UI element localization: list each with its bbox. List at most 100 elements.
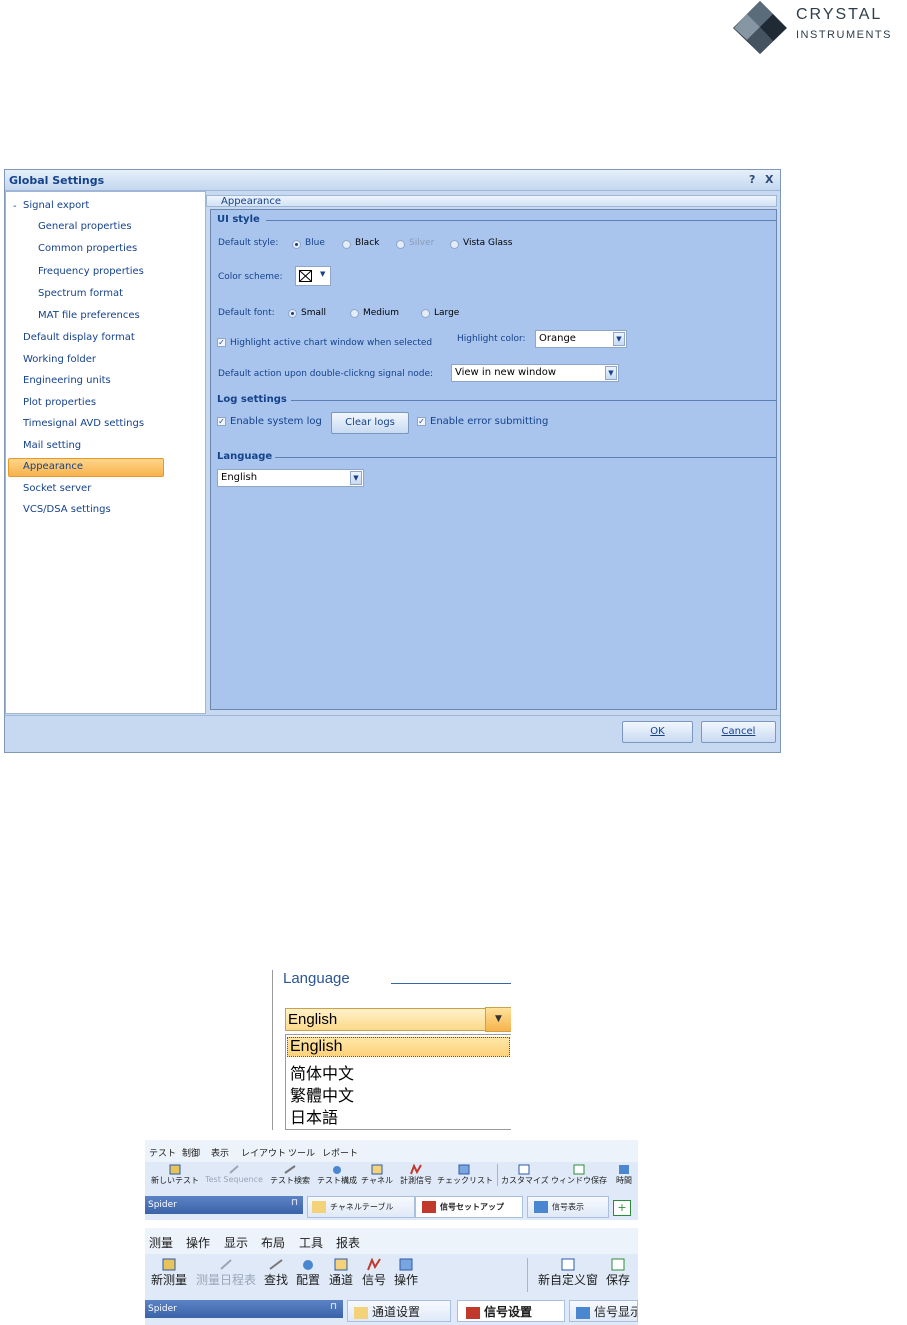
menu-item-layout[interactable]: 布局 xyxy=(261,1234,285,1251)
tool-configure[interactable]: 配置 xyxy=(293,1258,323,1288)
log-settings-header: Log settings xyxy=(217,394,287,405)
default-style-label: Default style: xyxy=(218,238,279,248)
highlight-checkbox[interactable]: ✓ xyxy=(217,338,226,347)
language-select[interactable]: English ▼ xyxy=(217,469,364,487)
nav-item-vcs-dsa-settings[interactable]: VCS/DSA settings xyxy=(23,504,111,515)
tab-signal-display[interactable]: 信号显示 xyxy=(569,1300,638,1322)
tool-operation[interactable]: 操作 xyxy=(391,1258,421,1288)
menu-item-tools[interactable]: 工具 xyxy=(299,1234,323,1251)
tree-collapse-icon[interactable]: - xyxy=(13,201,17,212)
tool-new-measure[interactable]: 新测量 xyxy=(147,1258,191,1288)
config-icon xyxy=(333,1166,341,1174)
nav-item-timesignal-avd-settings[interactable]: Timesignal AVD settings xyxy=(23,418,144,429)
tab-icon xyxy=(422,1201,436,1213)
style-radio-vista-glass[interactable] xyxy=(450,240,459,249)
color-scheme-picker[interactable]: ▼ xyxy=(295,266,331,286)
nav-item-mail-setting[interactable]: Mail setting xyxy=(23,440,81,451)
spider-panel-header: Spider xyxy=(145,1300,343,1318)
close-button[interactable]: X xyxy=(765,173,773,186)
enable-system-log-checkbox[interactable]: ✓ xyxy=(217,417,226,426)
menu-item-display[interactable]: 显示 xyxy=(224,1234,248,1251)
tool-customize[interactable]: カスタマイズ xyxy=(501,1164,549,1186)
font-radio-small[interactable] xyxy=(288,309,297,318)
menu-item-operate[interactable]: 操作 xyxy=(186,1234,210,1251)
chevron-down-icon[interactable]: ▼ xyxy=(350,471,362,485)
channel-icon xyxy=(334,1258,348,1271)
japanese-toolbar-strip: テスト 制御 表示 レイアウト ツール レポート 新しいテスト Test Seq… xyxy=(145,1140,638,1220)
menu-item-layout[interactable]: レイアウト xyxy=(241,1146,286,1159)
nav-item-socket-server[interactable]: Socket server xyxy=(23,483,91,494)
search-icon xyxy=(269,1259,283,1270)
font-radio-medium[interactable] xyxy=(350,309,359,318)
menu-item-control[interactable]: 制御 xyxy=(182,1146,200,1159)
tool-time[interactable]: 時間 xyxy=(611,1164,637,1186)
spider-panel-title: Spider xyxy=(148,1200,177,1210)
tool-new-custom-window[interactable]: 新自定义窗 xyxy=(533,1258,603,1288)
ok-button[interactable]: OK xyxy=(622,721,693,743)
cancel-button[interactable]: Cancel xyxy=(701,721,776,743)
nav-item-appearance[interactable]: Appearance xyxy=(23,461,83,472)
font-radio-large[interactable] xyxy=(421,309,430,318)
nav-item-mat-file-preferences[interactable]: MAT file preferences xyxy=(38,310,140,321)
tool-channel[interactable]: チャネル xyxy=(359,1164,395,1186)
tool-checklist[interactable]: チェックリスト xyxy=(437,1164,493,1186)
tab-channel-table[interactable]: チャネルテーブル xyxy=(307,1196,415,1218)
chevron-down-icon[interactable]: ▼ xyxy=(485,1007,511,1032)
tool-test-config[interactable]: テスト構成 xyxy=(315,1164,359,1186)
highlight-color-select[interactable]: Orange ▼ xyxy=(535,330,627,348)
ui-style-divider xyxy=(266,220,776,221)
help-button[interactable]: ? xyxy=(749,173,755,186)
tool-test-search[interactable]: テスト検索 xyxy=(265,1164,315,1186)
language-zoom-select[interactable]: English xyxy=(285,1008,511,1031)
enable-error-submitting-checkbox[interactable]: ✓ xyxy=(417,417,426,426)
tool-new-test[interactable]: 新しいテスト xyxy=(147,1164,203,1186)
menu-item-report[interactable]: レポート xyxy=(322,1146,358,1159)
dialog-title-bar: Global Settings ? X xyxy=(5,170,780,191)
language-option-traditional-chinese[interactable]: 繁體中文 xyxy=(290,1082,354,1106)
tool-find[interactable]: 查找 xyxy=(261,1258,291,1288)
tool-signals[interactable]: 信号 xyxy=(359,1258,389,1288)
tool-test-sequence[interactable]: Test Sequence xyxy=(203,1164,265,1184)
tab-channel-setup[interactable]: 通道设置 xyxy=(347,1300,451,1322)
tool-measured-signal[interactable]: 計測信号 xyxy=(395,1164,437,1186)
chevron-down-icon[interactable]: ▼ xyxy=(613,332,625,346)
tool-label: 計測信号 xyxy=(400,1176,432,1185)
nav-item-plot-properties[interactable]: Plot properties xyxy=(23,397,96,408)
add-tab-icon[interactable]: + xyxy=(613,1200,631,1216)
font-option-medium: Medium xyxy=(363,308,399,318)
menu-item-view[interactable]: 表示 xyxy=(211,1146,229,1159)
double-click-action-select[interactable]: View in new window ▼ xyxy=(451,364,619,382)
chevron-down-icon[interactable]: ▼ xyxy=(605,366,617,380)
nav-item-general-properties[interactable]: General properties xyxy=(38,221,132,232)
style-radio-black[interactable] xyxy=(342,240,351,249)
nav-item-signal-export[interactable]: Signal export xyxy=(23,200,89,211)
nav-item-frequency-properties[interactable]: Frequency properties xyxy=(38,266,144,277)
tool-measure-schedule[interactable]: 测量日程表 xyxy=(192,1258,260,1288)
tab-signal-display[interactable]: 信号表示 xyxy=(527,1196,609,1218)
nav-item-default-display-format[interactable]: Default display format xyxy=(23,332,135,343)
tab-signal-setup[interactable]: 信号セットアップ xyxy=(415,1196,523,1218)
tool-channels[interactable]: 通道 xyxy=(326,1258,356,1288)
style-radio-blue[interactable] xyxy=(292,240,301,249)
dialog-title: Global Settings xyxy=(9,174,105,187)
nav-item-working-folder[interactable]: Working folder xyxy=(23,354,96,365)
pin-icon[interactable]: ⊓ xyxy=(330,1302,337,1312)
nav-item-common-properties[interactable]: Common properties xyxy=(38,243,137,254)
tab-icon xyxy=(534,1201,548,1213)
language-option-japanese[interactable]: 日本語 xyxy=(290,1104,338,1128)
nav-item-spectrum-format[interactable]: Spectrum format xyxy=(38,288,123,299)
tab-signal-setup[interactable]: 信号设置 xyxy=(457,1300,565,1322)
pin-icon[interactable]: ⊓ xyxy=(291,1198,298,1208)
nav-item-engineering-units[interactable]: Engineering units xyxy=(23,375,111,386)
tool-window-save[interactable]: ウィンドウ保存 xyxy=(549,1164,609,1186)
menu-item-reports[interactable]: 报表 xyxy=(336,1234,360,1251)
menu-item-tools[interactable]: ツール xyxy=(288,1146,315,1159)
language-option-simplified-chinese[interactable]: 简体中文 xyxy=(290,1060,354,1084)
menu-item-measure[interactable]: 测量 xyxy=(149,1234,173,1251)
language-dropdown-zoom: Language English ▼ English 简体中文 繁體中文 日本語 xyxy=(272,970,511,1130)
menu-item-test[interactable]: テスト xyxy=(149,1146,176,1159)
language-option-english[interactable]: English xyxy=(290,1038,342,1056)
tool-save[interactable]: 保存 xyxy=(603,1258,633,1288)
clear-logs-button[interactable]: Clear logs xyxy=(331,412,409,434)
style-radio-silver[interactable] xyxy=(396,240,405,249)
